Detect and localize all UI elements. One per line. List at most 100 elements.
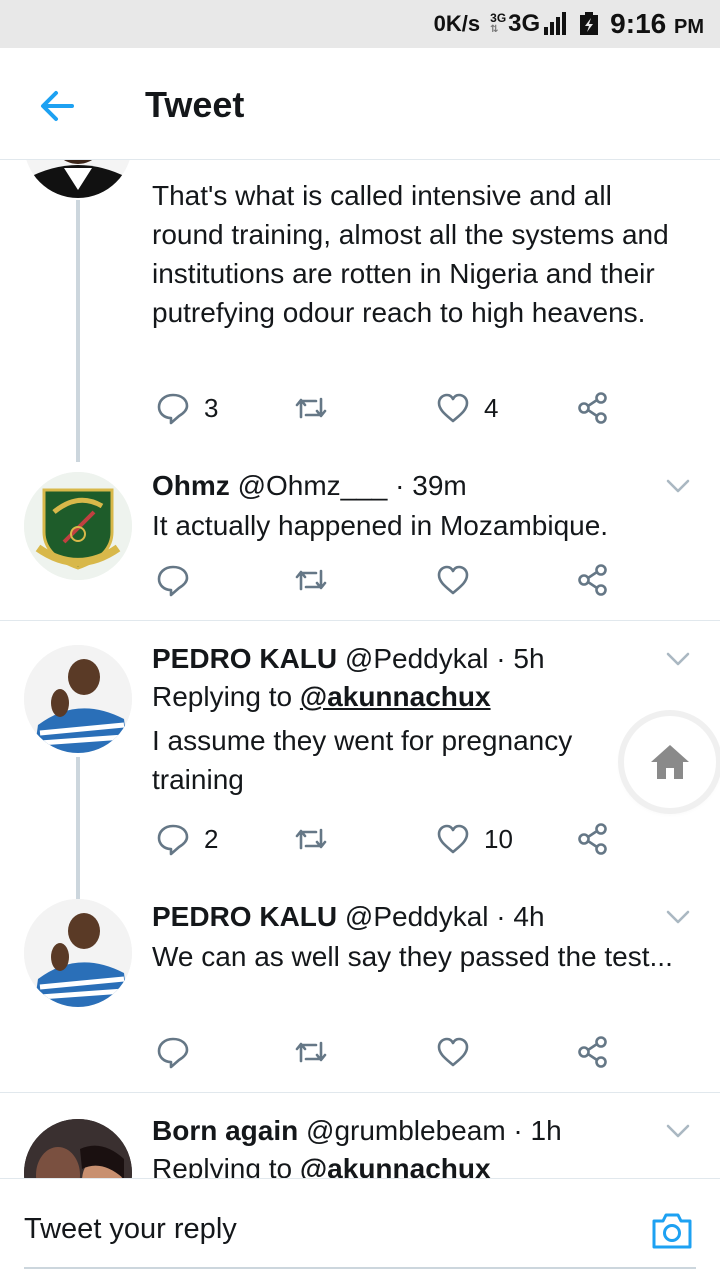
like-button[interactable]: 10 bbox=[436, 819, 513, 859]
tweet[interactable]: That's what is called intensive and all … bbox=[0, 160, 720, 462]
avatar[interactable] bbox=[24, 160, 132, 198]
user-handle[interactable]: @grumblebeam bbox=[306, 1115, 506, 1146]
reply-input[interactable]: Tweet your reply bbox=[24, 1213, 237, 1246]
reply-icon bbox=[157, 565, 189, 597]
clock-ampm: PM bbox=[674, 16, 704, 38]
reply-composer: Tweet your reply bbox=[0, 1178, 720, 1280]
tweet-time: · 5h bbox=[496, 643, 545, 674]
tweet-header: PEDRO KALU @Peddykal · 4h bbox=[152, 899, 680, 935]
replying-to: Replying to @akunnachux bbox=[152, 679, 680, 715]
reply-button[interactable]: 3 bbox=[156, 388, 218, 428]
tweet-actions: 3 4 bbox=[152, 388, 622, 428]
display-name[interactable]: PEDRO KALU bbox=[152, 643, 337, 674]
chevron-down-icon[interactable] bbox=[664, 903, 692, 931]
display-name[interactable]: PEDRO KALU bbox=[152, 901, 337, 932]
heart-icon bbox=[437, 565, 469, 595]
retweet-icon bbox=[295, 569, 327, 591]
display-name[interactable]: Born again bbox=[152, 1115, 298, 1146]
share-button[interactable] bbox=[576, 1032, 610, 1072]
user-handle[interactable]: @Ohmz___ bbox=[238, 470, 388, 501]
tweet-content: That's what is called intensive and all … bbox=[152, 176, 680, 332]
avatar[interactable] bbox=[24, 472, 132, 580]
tweet-text: We can as well say they passed the test.… bbox=[152, 941, 673, 972]
retweet-button[interactable] bbox=[294, 560, 328, 600]
replying-to-label: Replying to bbox=[152, 681, 293, 712]
like-count: 4 bbox=[484, 392, 499, 423]
chevron-down-icon[interactable] bbox=[664, 472, 692, 500]
tweet-header: Ohmz @Ohmz___ · 39m bbox=[152, 468, 680, 504]
retweet-icon bbox=[295, 397, 327, 419]
user-handle[interactable]: @Peddykal bbox=[345, 901, 489, 932]
like-button[interactable]: 4 bbox=[436, 388, 498, 428]
network-indicator: 3G ⇅ 3G bbox=[490, 10, 568, 38]
reply-input-underline bbox=[24, 1267, 696, 1269]
tweet-text: That's what is called intensive and all … bbox=[152, 180, 669, 328]
tweet-content: PEDRO KALU @Peddykal · 5h Replying to @a… bbox=[152, 641, 680, 799]
reply-icon bbox=[157, 393, 189, 425]
reply-count: 3 bbox=[204, 392, 219, 423]
tweet[interactable]: Ohmz @Ohmz___ · 39m It actually happened… bbox=[0, 460, 720, 620]
tweet-time: · 4h bbox=[496, 901, 545, 932]
tweet[interactable]: PEDRO KALU @Peddykal · 4h We can as well… bbox=[0, 879, 720, 1091]
retweet-button[interactable] bbox=[294, 1032, 328, 1072]
retweet-icon bbox=[295, 1041, 327, 1063]
tweet-actions bbox=[152, 560, 622, 600]
reply-button[interactable] bbox=[156, 560, 190, 600]
arrow-left-icon bbox=[41, 91, 74, 121]
conversation-timeline[interactable]: That's what is called intensive and all … bbox=[0, 160, 720, 1178]
thread-line bbox=[76, 200, 80, 462]
clock-time: 9:16 bbox=[610, 8, 667, 39]
camera-icon[interactable] bbox=[650, 1211, 694, 1251]
network-type-label: 3G bbox=[508, 10, 541, 37]
tweet-time: · 39m bbox=[395, 470, 467, 501]
signal-icon bbox=[544, 12, 567, 35]
reply-icon bbox=[157, 1037, 189, 1069]
display-name[interactable]: Ohmz bbox=[152, 470, 230, 501]
mention-link[interactable]: @akunnachux bbox=[299, 681, 491, 712]
share-icon bbox=[578, 564, 607, 596]
avatar[interactable] bbox=[24, 1119, 132, 1178]
network-speed: 0K/s bbox=[433, 11, 481, 36]
clock: 9:16 PM bbox=[610, 8, 704, 40]
like-button[interactable] bbox=[436, 1032, 470, 1072]
home-button[interactable] bbox=[624, 716, 716, 808]
retweet-button[interactable] bbox=[294, 819, 328, 859]
reply-count: 2 bbox=[204, 823, 219, 854]
tweet[interactable]: PEDRO KALU @Peddykal · 5h Replying to @a… bbox=[0, 621, 720, 907]
status-bar: 0K/s 3G ⇅ 3G 9:16 PM bbox=[0, 0, 720, 48]
reply-button[interactable]: 2 bbox=[156, 819, 218, 859]
heart-icon bbox=[437, 824, 469, 854]
avatar[interactable] bbox=[24, 899, 132, 1007]
share-button[interactable] bbox=[576, 819, 610, 859]
app-header: Tweet bbox=[0, 48, 720, 160]
tweet-text: I assume they went for pregnancy trainin… bbox=[152, 725, 573, 795]
avatar[interactable] bbox=[24, 645, 132, 753]
back-button[interactable] bbox=[34, 84, 78, 128]
retweet-button[interactable] bbox=[294, 388, 328, 428]
reply-icon bbox=[157, 824, 189, 856]
tweet-content: Ohmz @Ohmz___ · 39m It actually happened… bbox=[152, 468, 680, 545]
like-count: 10 bbox=[484, 823, 513, 854]
chevron-down-icon[interactable] bbox=[664, 1117, 692, 1145]
share-button[interactable] bbox=[576, 388, 610, 428]
tweet[interactable]: Born again @grumblebeam · 1h Replying to… bbox=[0, 1093, 720, 1178]
share-icon bbox=[578, 392, 607, 424]
tweet-content: PEDRO KALU @Peddykal · 4h We can as well… bbox=[152, 899, 680, 976]
tweet-time: · 1h bbox=[513, 1115, 562, 1146]
page-title: Tweet bbox=[145, 84, 245, 125]
mention-link[interactable]: @akunnachux bbox=[299, 1153, 491, 1178]
chevron-down-icon[interactable] bbox=[664, 645, 692, 673]
network-small-label: 3G bbox=[490, 11, 507, 25]
replying-to: Replying to @akunnachux bbox=[152, 1151, 680, 1178]
home-icon bbox=[651, 745, 689, 779]
share-button[interactable] bbox=[576, 560, 610, 600]
battery-icon bbox=[580, 12, 599, 35]
like-button[interactable] bbox=[436, 560, 470, 600]
tweet-actions bbox=[152, 1032, 622, 1072]
user-handle[interactable]: @Peddykal bbox=[345, 643, 489, 674]
share-icon bbox=[578, 1036, 607, 1068]
tweet-text: It actually happened in Mozambique. bbox=[152, 510, 609, 541]
reply-button[interactable] bbox=[156, 1032, 190, 1072]
heart-icon bbox=[437, 393, 469, 423]
heart-icon bbox=[437, 1037, 469, 1067]
